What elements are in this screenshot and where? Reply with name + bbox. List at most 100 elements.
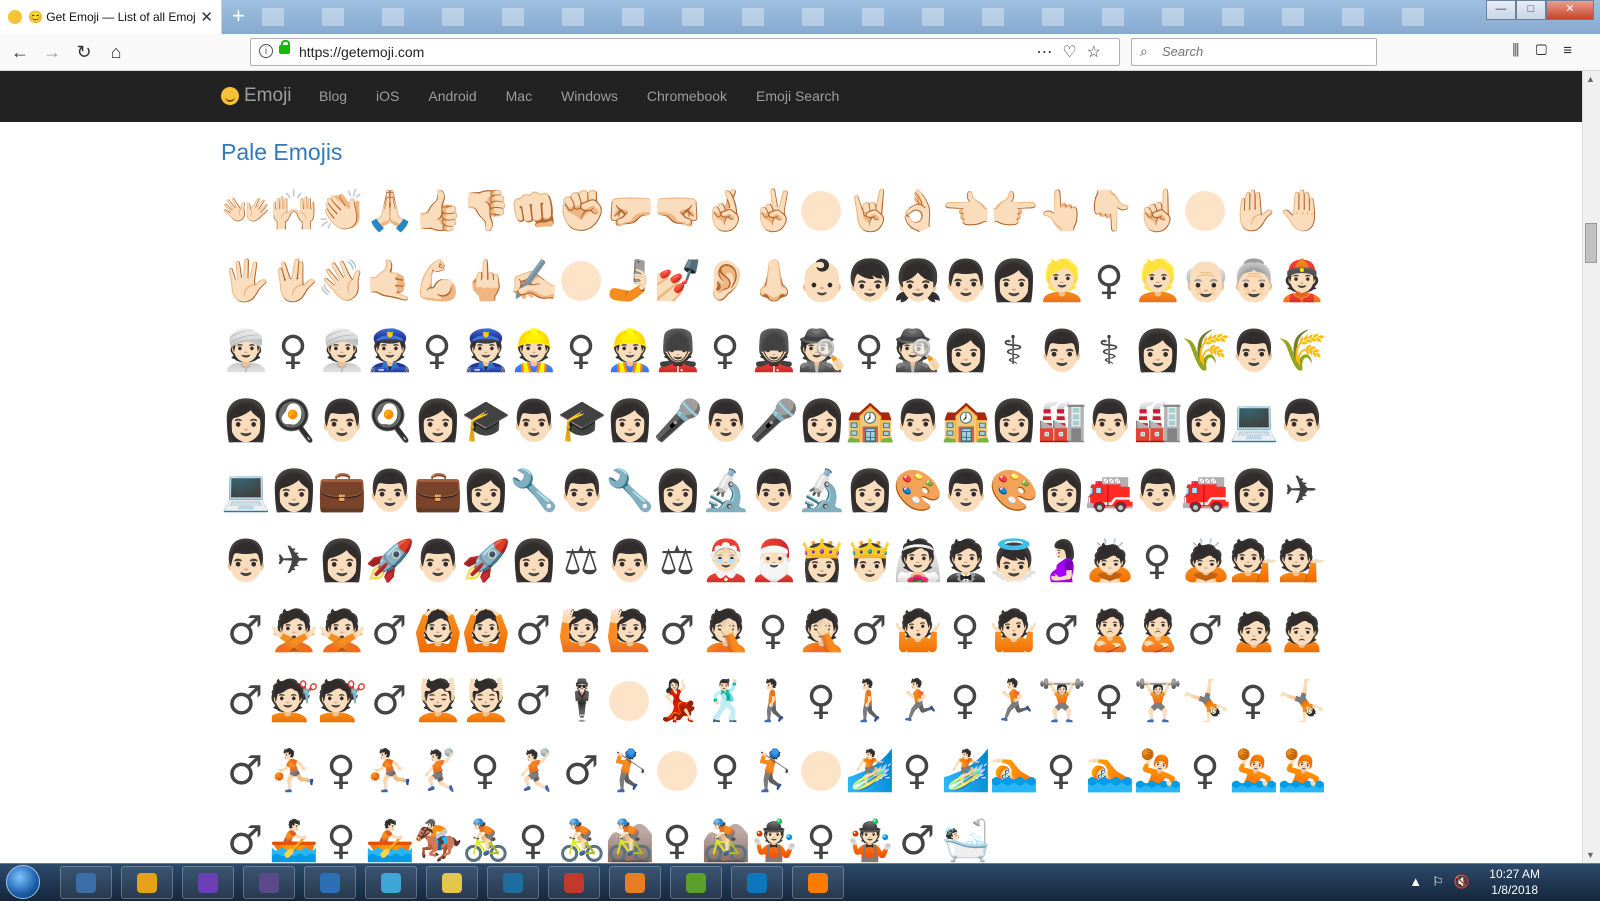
- taskbar-app-icon[interactable]: [731, 866, 783, 899]
- emoji-item[interactable]: 👱🏻: [1133, 246, 1183, 316]
- new-tab-button[interactable]: +: [232, 4, 245, 28]
- show-hidden-icon[interactable]: ▲: [1409, 874, 1432, 889]
- emoji-item[interactable]: ♂: [653, 596, 701, 666]
- emoji-item[interactable]: 🤷🏻: [989, 596, 1039, 666]
- emoji-item[interactable]: 👧🏻: [893, 246, 943, 316]
- emoji-item[interactable]: 🎨: [989, 456, 1039, 526]
- emoji-item[interactable]: 🤽🏻: [1133, 736, 1183, 806]
- emoji-item[interactable]: ♀: [1037, 736, 1085, 806]
- taskbar-app-icon[interactable]: [548, 866, 600, 899]
- nav-emoji-search[interactable]: Emoji Search: [756, 71, 839, 122]
- emoji-item[interactable]: 🙎🏻: [1085, 596, 1135, 666]
- scrollbar-thumb[interactable]: [1585, 223, 1597, 263]
- emoji-item[interactable]: 👩🏻: [509, 526, 559, 596]
- emoji-item[interactable]: 💻: [221, 456, 271, 526]
- emoji-item[interactable]: ♀: [749, 596, 797, 666]
- emoji-item[interactable]: ♀: [269, 316, 317, 386]
- emoji-item[interactable]: 👩🏻: [1181, 386, 1231, 456]
- nav-windows[interactable]: Windows: [561, 71, 618, 122]
- skin-tone-circle-icon[interactable]: [605, 666, 653, 736]
- emoji-item[interactable]: 👵🏻: [1229, 246, 1279, 316]
- emoji-item[interactable]: ♂: [1037, 596, 1085, 666]
- emoji-item[interactable]: 🙆🏻: [413, 596, 463, 666]
- emoji-item[interactable]: 👩🏻: [605, 386, 655, 456]
- taskbar-app-icon[interactable]: [426, 866, 478, 899]
- emoji-item[interactable]: 🙎🏻: [1133, 596, 1183, 666]
- skin-tone-circle-icon[interactable]: [1181, 176, 1229, 246]
- emoji-item[interactable]: 🏭: [1037, 386, 1087, 456]
- emoji-item[interactable]: 🏋🏻: [1133, 666, 1183, 736]
- emoji-item[interactable]: ⚖: [653, 526, 701, 596]
- emoji-item[interactable]: 🚒: [1181, 456, 1231, 526]
- emoji-item[interactable]: 👩🏻: [317, 526, 367, 596]
- emoji-item[interactable]: 🖕🏻: [461, 246, 511, 316]
- skin-tone-circle-icon[interactable]: [797, 736, 845, 806]
- forward-arrow-icon[interactable]: →: [40, 40, 64, 64]
- emoji-item[interactable]: 🏊🏻: [989, 736, 1039, 806]
- emoji-item[interactable]: 🖖🏻: [269, 246, 319, 316]
- emoji-item[interactable]: 💼: [413, 456, 463, 526]
- emoji-item[interactable]: 👨🏻: [605, 526, 655, 596]
- emoji-item[interactable]: 👮🏻: [365, 316, 415, 386]
- emoji-item[interactable]: ♀: [1085, 246, 1133, 316]
- emoji-item[interactable]: 🎅🏻: [749, 526, 799, 596]
- nav-blog[interactable]: Blog: [319, 71, 347, 122]
- emoji-item[interactable]: 👨🏻: [509, 386, 559, 456]
- emoji-item[interactable]: 🏌🏻: [605, 736, 655, 806]
- emoji-item[interactable]: 👩🏻: [461, 456, 511, 526]
- emoji-item[interactable]: 🚶🏻: [749, 666, 799, 736]
- emoji-item[interactable]: 👆🏻: [1037, 176, 1087, 246]
- clock[interactable]: 10:27 AM 1/8/2018: [1489, 866, 1540, 898]
- emoji-item[interactable]: 🏃🏻: [989, 666, 1039, 736]
- emoji-item[interactable]: ⚕: [989, 316, 1037, 386]
- emoji-item[interactable]: 🕵🏻: [797, 316, 847, 386]
- emoji-item[interactable]: 🤸🏻: [1181, 666, 1231, 736]
- emoji-item[interactable]: 👩🏻: [797, 386, 847, 456]
- emoji-item[interactable]: ♂: [557, 736, 605, 806]
- emoji-item[interactable]: 👏🏻: [317, 176, 367, 246]
- emoji-item[interactable]: 🏫: [941, 386, 991, 456]
- emoji-item[interactable]: ♀: [701, 736, 749, 806]
- emoji-item[interactable]: 👨🏻: [1277, 386, 1327, 456]
- emoji-item[interactable]: 💇🏻: [269, 666, 319, 736]
- emoji-item[interactable]: 👩🏻: [1133, 316, 1183, 386]
- emoji-item[interactable]: 👱🏻: [1037, 246, 1087, 316]
- close-window-button[interactable]: ✕: [1546, 0, 1594, 20]
- emoji-item[interactable]: 👃🏻: [749, 246, 799, 316]
- emoji-item[interactable]: 🙋🏻: [605, 596, 655, 666]
- browser-tab-active[interactable]: 😊 Get Emoji — List of all Emoji ✕: [0, 0, 222, 34]
- emoji-item[interactable]: 👌🏻: [893, 176, 943, 246]
- emoji-item[interactable]: ♀: [1133, 526, 1181, 596]
- scroll-down-icon[interactable]: ▼: [1586, 850, 1595, 860]
- emoji-item[interactable]: 👳🏻: [317, 316, 367, 386]
- emoji-item[interactable]: 💁🏻: [1229, 526, 1279, 596]
- emoji-item[interactable]: 💼: [317, 456, 367, 526]
- emoji-item[interactable]: 💃🏻: [653, 666, 703, 736]
- emoji-item[interactable]: 🙅🏻: [317, 596, 367, 666]
- volume-muted-icon[interactable]: 🔇: [1454, 874, 1480, 889]
- info-icon[interactable]: i: [259, 44, 273, 58]
- emoji-item[interactable]: 🤰🏻: [1037, 526, 1087, 596]
- emoji-item[interactable]: 👎🏻: [461, 176, 511, 246]
- emoji-item[interactable]: 🎨: [893, 456, 943, 526]
- emoji-item[interactable]: 👨🏻: [1085, 386, 1135, 456]
- emoji-item[interactable]: 💂🏻: [749, 316, 799, 386]
- emoji-item[interactable]: 👂🏻: [701, 246, 751, 316]
- emoji-item[interactable]: 🏌🏻: [749, 736, 799, 806]
- vertical-scrollbar[interactable]: ▲ ▼: [1582, 71, 1600, 863]
- emoji-item[interactable]: 🤴🏻: [845, 526, 895, 596]
- page-actions-icons[interactable]: ⋯♡☆: [1036, 42, 1111, 62]
- emoji-item[interactable]: 🚒: [1085, 456, 1135, 526]
- emoji-item[interactable]: 👩🏻: [941, 316, 991, 386]
- emoji-item[interactable]: ♂: [509, 666, 557, 736]
- skin-tone-circle-icon[interactable]: [557, 246, 605, 316]
- emoji-item[interactable]: 👨🏻: [1229, 316, 1279, 386]
- emoji-item[interactable]: 🎤: [749, 386, 799, 456]
- emoji-item[interactable]: 🌾: [1181, 316, 1231, 386]
- emoji-item[interactable]: 💁🏻: [1277, 526, 1327, 596]
- emoji-item[interactable]: 👳🏻: [221, 316, 271, 386]
- emoji-item[interactable]: 👲🏻: [1277, 246, 1327, 316]
- emoji-item[interactable]: 🤳🏻: [605, 246, 655, 316]
- taskbar-app-icon[interactable]: [487, 866, 539, 899]
- action-center-icon[interactable]: ⚐: [1432, 874, 1454, 889]
